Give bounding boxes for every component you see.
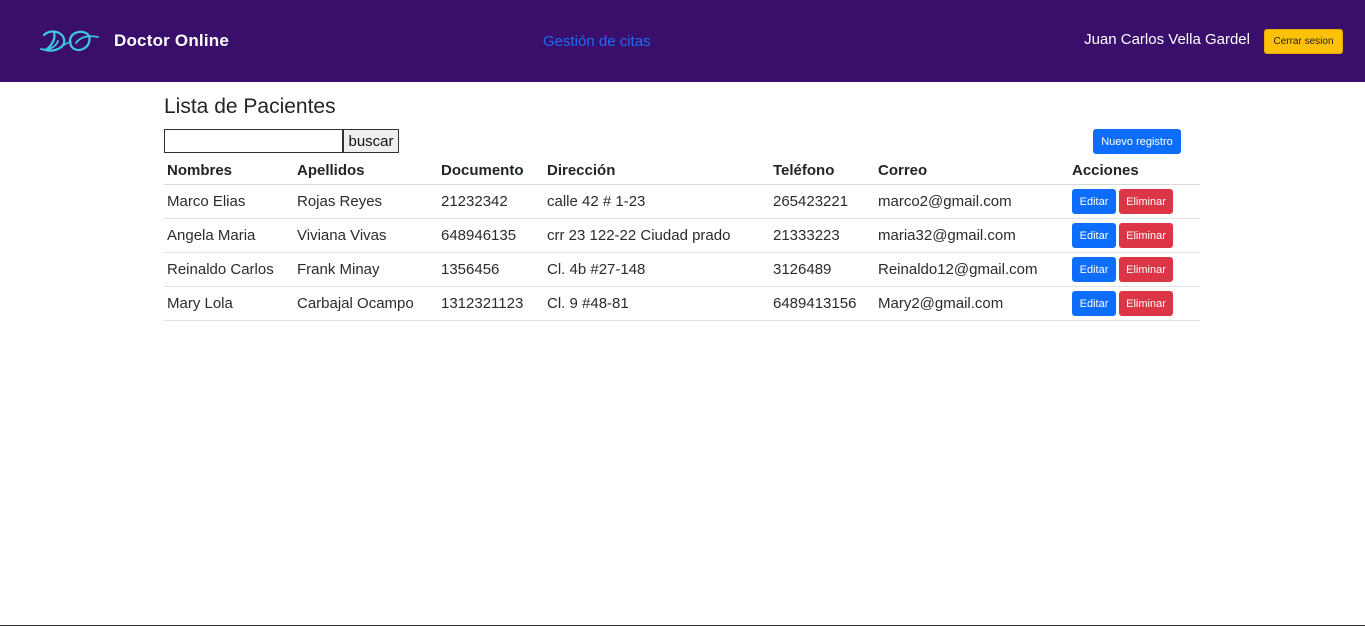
nav-link-gestion-citas[interactable]: Gestión de citas	[543, 33, 651, 50]
cell-apellidos: Carbajal Ocampo	[294, 286, 438, 321]
logout-button[interactable]: Cerrar sesion	[1264, 29, 1343, 54]
header-correo: Correo	[875, 157, 1069, 185]
cell-nombres: Mary Lola	[164, 286, 294, 321]
cell-nombres: Angela Maria	[164, 218, 294, 253]
edit-button[interactable]: Editar	[1072, 223, 1116, 248]
patients-table: Nombres Apellidos Documento Dirección Te…	[164, 157, 1200, 321]
cell-acciones: Editar Eliminar	[1069, 218, 1200, 253]
page-title: Lista de Pacientes	[164, 95, 336, 118]
cell-apellidos: Viviana Vivas	[294, 218, 438, 253]
cell-documento: 21232342	[438, 184, 544, 219]
header-direccion: Dirección	[544, 157, 770, 185]
cell-direccion: crr 23 122-22 Ciudad prado	[544, 218, 770, 253]
cell-correo: Reinaldo12@gmail.com	[875, 252, 1069, 287]
header-documento: Documento	[438, 157, 544, 185]
cell-documento: 648946135	[438, 218, 544, 253]
cell-documento: 1356456	[438, 252, 544, 287]
cell-direccion: Cl. 9 #48-81	[544, 286, 770, 321]
delete-button[interactable]: Eliminar	[1119, 189, 1173, 214]
cell-telefono: 265423221	[770, 184, 875, 219]
cell-apellidos: Rojas Reyes	[294, 184, 438, 219]
header-telefono: Teléfono	[770, 157, 875, 185]
header-acciones: Acciones	[1069, 157, 1200, 185]
edit-button[interactable]: Editar	[1072, 189, 1116, 214]
cell-telefono: 6489413156	[770, 286, 875, 321]
header-apellidos: Apellidos	[294, 157, 438, 185]
brand-name: Doctor Online	[114, 31, 229, 50]
table-row: Mary Lola Carbajal Ocampo 1312321123 Cl.…	[164, 286, 1200, 321]
cell-acciones: Editar Eliminar	[1069, 184, 1200, 219]
table-row: Marco Elias Rojas Reyes 21232342 calle 4…	[164, 184, 1200, 219]
cell-acciones: Editar Eliminar	[1069, 252, 1200, 287]
delete-button[interactable]: Eliminar	[1119, 257, 1173, 282]
table-row: Angela Maria Viviana Vivas 648946135 crr…	[164, 218, 1200, 253]
cell-direccion: calle 42 # 1-23	[544, 184, 770, 219]
search-input[interactable]	[164, 129, 343, 153]
do-monogram-logo-icon	[40, 27, 102, 55]
cell-telefono: 3126489	[770, 252, 875, 287]
cell-correo: marco2@gmail.com	[875, 184, 1069, 219]
header-nombres: Nombres	[164, 157, 294, 185]
search-button[interactable]: buscar	[343, 129, 399, 153]
top-navbar: Doctor Online Gestión de citas Juan Carl…	[0, 0, 1365, 82]
cell-nombres: Marco Elias	[164, 184, 294, 219]
cell-correo: maria32@gmail.com	[875, 218, 1069, 253]
cell-acciones: Editar Eliminar	[1069, 286, 1200, 321]
new-record-button[interactable]: Nuevo registro	[1093, 129, 1181, 154]
cell-telefono: 21333223	[770, 218, 875, 253]
cell-documento: 1312321123	[438, 286, 544, 321]
table-header-row: Nombres Apellidos Documento Dirección Te…	[164, 157, 1200, 185]
edit-button[interactable]: Editar	[1072, 291, 1116, 316]
delete-button[interactable]: Eliminar	[1119, 223, 1173, 248]
cell-correo: Mary2@gmail.com	[875, 286, 1069, 321]
cell-direccion: Cl. 4b #27-148	[544, 252, 770, 287]
brand[interactable]: Doctor Online	[40, 26, 229, 56]
table-row: Reinaldo Carlos Frank Minay 1356456 Cl. …	[164, 252, 1200, 287]
cell-apellidos: Frank Minay	[294, 252, 438, 287]
edit-button[interactable]: Editar	[1072, 257, 1116, 282]
user-name: Juan Carlos Vella Gardel	[1084, 31, 1250, 48]
delete-button[interactable]: Eliminar	[1119, 291, 1173, 316]
cell-nombres: Reinaldo Carlos	[164, 252, 294, 287]
